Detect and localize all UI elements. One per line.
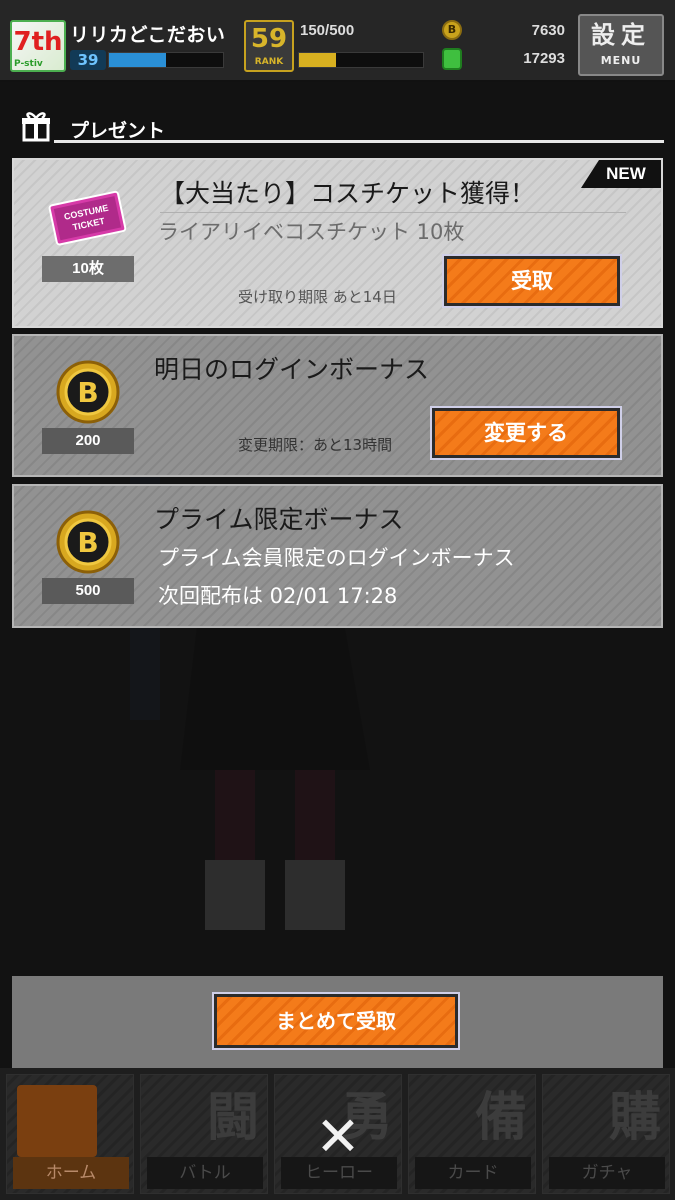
stamina-bar: [298, 52, 424, 68]
nav-label: ガチャ: [549, 1157, 665, 1189]
avatar-small-text: P-stiv: [14, 59, 43, 69]
stamina-bar-fill: [299, 53, 337, 67]
svg-text:B: B: [77, 526, 98, 559]
coin-icon: B: [56, 360, 120, 424]
status-bar: 7th P-stiv リリカどこだおい 39 59 RANK 150/500 B…: [0, 0, 675, 82]
item-quantity: 10枚: [42, 256, 134, 282]
settings-menu-button[interactable]: 設定 MENU: [578, 14, 664, 76]
home-icon: [17, 1085, 97, 1157]
panel-title: プレゼント: [70, 120, 166, 142]
item-quantity: 200: [42, 428, 134, 454]
exp-bar-fill: [109, 53, 166, 67]
menu-label: MENU: [600, 54, 642, 67]
gift-item: NEW COSTUME TICKET 10枚 【大当たり】コスチケット獲得！ ラ…: [12, 158, 663, 328]
svg-text:B: B: [77, 376, 98, 409]
gift-description: プライム会員限定のログインボーナス: [158, 546, 515, 570]
battle-icon: 闘: [206, 1088, 259, 1148]
nav-label: バトル: [147, 1157, 263, 1189]
gift-item: B 500 プライム限定ボーナス プライム会員限定のログインボーナス 次回配布は…: [12, 484, 663, 628]
gift-title: 【大当たり】コスチケット獲得！: [160, 179, 536, 208]
rank-label: RANK: [254, 57, 284, 67]
player-avatar[interactable]: 7th P-stiv: [10, 20, 66, 72]
gem-count: 17293: [523, 50, 565, 67]
change-deadline: 変更期限：あと13時間: [238, 436, 393, 454]
gift-title: 明日のログインボーナス: [154, 355, 430, 384]
rank-badge: 59 RANK: [244, 20, 294, 72]
coin-count: 7630: [531, 22, 565, 39]
rank-number: 59: [250, 24, 288, 54]
receive-button[interactable]: 受取: [442, 254, 622, 308]
title-divider: [160, 212, 626, 213]
item-quantity: 500: [42, 578, 134, 604]
nav-item-home[interactable]: ホーム: [6, 1074, 134, 1194]
gift-item: B 200 明日のログインボーナス 変更期限：あと13時間 変更する: [12, 334, 663, 477]
gift-title: プライム限定ボーナス: [154, 505, 404, 534]
avatar-text: 7th: [13, 27, 63, 57]
nav-item-battle[interactable]: 闘 バトル: [140, 1074, 268, 1194]
nav-item-card[interactable]: 備 カード: [408, 1074, 536, 1194]
collect-all-panel: まとめて受取: [12, 976, 663, 1068]
gacha-icon: 購: [608, 1088, 661, 1148]
header-divider: [54, 140, 664, 143]
change-button[interactable]: 変更する: [430, 406, 622, 460]
costume-ticket-icon: COSTUME TICKET: [48, 190, 127, 246]
gem-icon: [442, 48, 462, 70]
menu-kanji-label: 設定: [591, 21, 651, 49]
present-header: プレゼント: [14, 110, 664, 144]
new-badge: NEW: [581, 160, 661, 188]
coin-icon: B: [56, 510, 120, 574]
stamina-text: 150/500: [300, 22, 355, 39]
player-name: リリカどこだおい: [70, 24, 226, 46]
nav-item-gacha[interactable]: 購 ガチャ: [542, 1074, 670, 1194]
exp-bar: [108, 52, 224, 68]
coin-icon: B: [442, 20, 462, 40]
next-distribution: 次回配布は 02/01 17:28: [158, 584, 398, 608]
player-level: 39: [70, 50, 106, 70]
nav-label: カード: [415, 1157, 531, 1189]
nav-label: ホーム: [13, 1157, 129, 1189]
close-icon[interactable]: ✕: [307, 1106, 369, 1168]
receive-deadline: 受け取り期限 あと14日: [238, 288, 397, 306]
card-icon: 備: [474, 1088, 527, 1148]
gift-icon: [22, 112, 50, 142]
collect-all-button[interactable]: まとめて受取: [212, 992, 460, 1050]
gift-description: ライアリイベコスチケット 10枚: [158, 220, 465, 244]
